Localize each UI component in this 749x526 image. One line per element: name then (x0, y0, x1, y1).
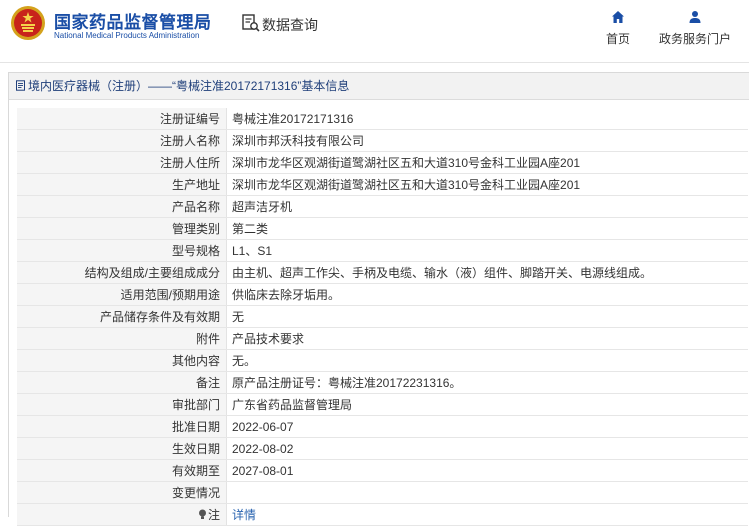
field-value: 广东省药品监督管理局 (226, 393, 748, 416)
field-value: 深圳市龙华区观湖街道鹭湖社区五和大道310号金科工业园A座201 (226, 173, 748, 196)
panel-title-text: 境内医疗器械（注册）——“粤械注准20172171316”基本信息 (28, 79, 350, 93)
document-icon (16, 80, 25, 91)
field-label: 产品储存条件及有效期 (17, 305, 227, 328)
data-query-title: 数据查询 (262, 17, 318, 33)
field-label: 产品名称 (17, 195, 227, 218)
table-row: 注册人名称 深圳市邦沃科技有限公司 (17, 129, 748, 152)
lightbulb-icon (198, 509, 206, 519)
org-name-cn: 国家药品监督管理局 (54, 13, 212, 32)
nav-portal-label: 政务服务门户 (658, 32, 731, 46)
field-label: 附件 (17, 327, 227, 350)
field-value: L1、S1 (226, 239, 748, 262)
info-table-body: 注册证编号 粤械注准20172171316 注册人名称 深圳市邦沃科技有限公司 注册人住… (17, 108, 748, 504)
field-value: 粤械注准20172171316 (226, 108, 748, 130)
field-value (226, 481, 748, 504)
field-value: 超声洁牙机 (226, 195, 748, 218)
table-row-note: 注 详情 (17, 503, 748, 526)
note-row-body: 注 详情 (17, 503, 748, 526)
table-row: 生效日期 2022-08-02 (17, 437, 748, 460)
field-label: 注册人名称 (17, 129, 227, 152)
field-label: 注册人住所 (17, 151, 227, 174)
field-label: 适用范围/预期用途 (17, 283, 227, 306)
table-row: 适用范围/预期用途 供临床去除牙垢用。 (17, 283, 748, 306)
field-value-note: 详情 (226, 503, 748, 526)
org-name-en: National Medical Products Administration (54, 31, 200, 40)
field-value: 第二类 (226, 217, 748, 240)
field-label: 有效期至 (17, 459, 227, 482)
table-row: 有效期至 2027-08-01 (17, 459, 748, 482)
table-row: 审批部门 广东省药品监督管理局 (17, 393, 748, 416)
nav-service-portal[interactable]: 政务服务门户 (652, 8, 738, 48)
field-value: 无。 (226, 349, 748, 372)
field-label: 生产地址 (17, 173, 227, 196)
panel-title: 境内医疗器械（注册）——“粤械注准20172171316”基本信息 (9, 73, 749, 100)
info-table: 注册证编号 粤械注准20172171316 注册人名称 深圳市邦沃科技有限公司 注册人住… (17, 108, 748, 526)
note-label: 注 (207, 508, 220, 522)
field-label: 生效日期 (17, 437, 227, 460)
national-emblem-logo[interactable] (10, 5, 46, 41)
table-row: 批准日期 2022-06-07 (17, 415, 748, 438)
table-row: 变更情况 (17, 481, 748, 504)
table-row: 结构及组成/主要组成成分 由主机、超声工作尖、手柄及电缆、输水（液）组件、脚踏开关… (17, 261, 748, 284)
field-label: 注册证编号 (17, 108, 227, 130)
table-row: 其他内容 无。 (17, 349, 748, 372)
field-label: 其他内容 (17, 349, 227, 372)
field-value: 2022-08-02 (226, 437, 748, 460)
table-row: 管理类别 第二类 (17, 217, 748, 240)
user-icon (689, 11, 701, 23)
field-value: 2022-06-07 (226, 415, 748, 438)
field-value: 供临床去除牙垢用。 (226, 283, 748, 306)
field-label: 结构及组成/主要组成成分 (17, 261, 227, 284)
field-label: 审批部门 (17, 393, 227, 416)
field-label: 批准日期 (17, 415, 227, 438)
table-row: 产品储存条件及有效期无 (17, 305, 748, 328)
site-header: 国家药品监督管理局 National Medical Products Admi… (0, 0, 749, 62)
field-label: 备注 (17, 371, 227, 394)
field-label-note: 注 (17, 503, 227, 526)
search-document-icon (242, 14, 260, 32)
table-row: 生产地址 深圳市龙华区观湖街道鹭湖社区五和大道310号金科工业园A座201 (17, 173, 748, 196)
header-divider (0, 62, 749, 63)
details-link[interactable]: 详情 (232, 508, 256, 522)
field-label: 变更情况 (17, 481, 227, 504)
home-icon (612, 11, 624, 23)
field-label: 管理类别 (17, 217, 227, 240)
table-row: 型号规格 L1、S1 (17, 239, 748, 262)
table-row: 产品名称 超声洁牙机 (17, 195, 748, 218)
table-row: 注册证编号 粤械注准20172171316 (17, 108, 748, 130)
info-panel: 境内医疗器械（注册）——“粤械注准20172171316”基本信息 注册证编号粤… (8, 72, 749, 526)
field-value: 无 (226, 305, 748, 328)
table-row: 附件 产品技术要求 (17, 327, 748, 350)
field-value: 由主机、超声工作尖、手柄及电缆、输水（液）组件、脚踏开关、电源线组成。 (226, 261, 748, 284)
nav-home[interactable]: 首页 (598, 8, 638, 48)
field-value: 深圳市邦沃科技有限公司 (226, 129, 748, 152)
field-label: 型号规格 (17, 239, 227, 262)
field-value: 产品技术要求 (226, 327, 748, 350)
table-row: 注册人住所 深圳市龙华区观湖街道鹭湖社区五和大道310号金科工业园A座201 (17, 151, 748, 174)
table-row: 备注 原产品注册证号：粤械注准20172231316。 (17, 371, 748, 394)
field-value: 深圳市龙华区观湖街道鹭湖社区五和大道310号金科工业园A座201 (226, 151, 748, 174)
field-value: 原产品注册证号：粤械注准20172231316。 (226, 371, 748, 394)
field-value: 2027-08-01 (226, 459, 748, 482)
nav-home-label: 首页 (605, 32, 630, 46)
